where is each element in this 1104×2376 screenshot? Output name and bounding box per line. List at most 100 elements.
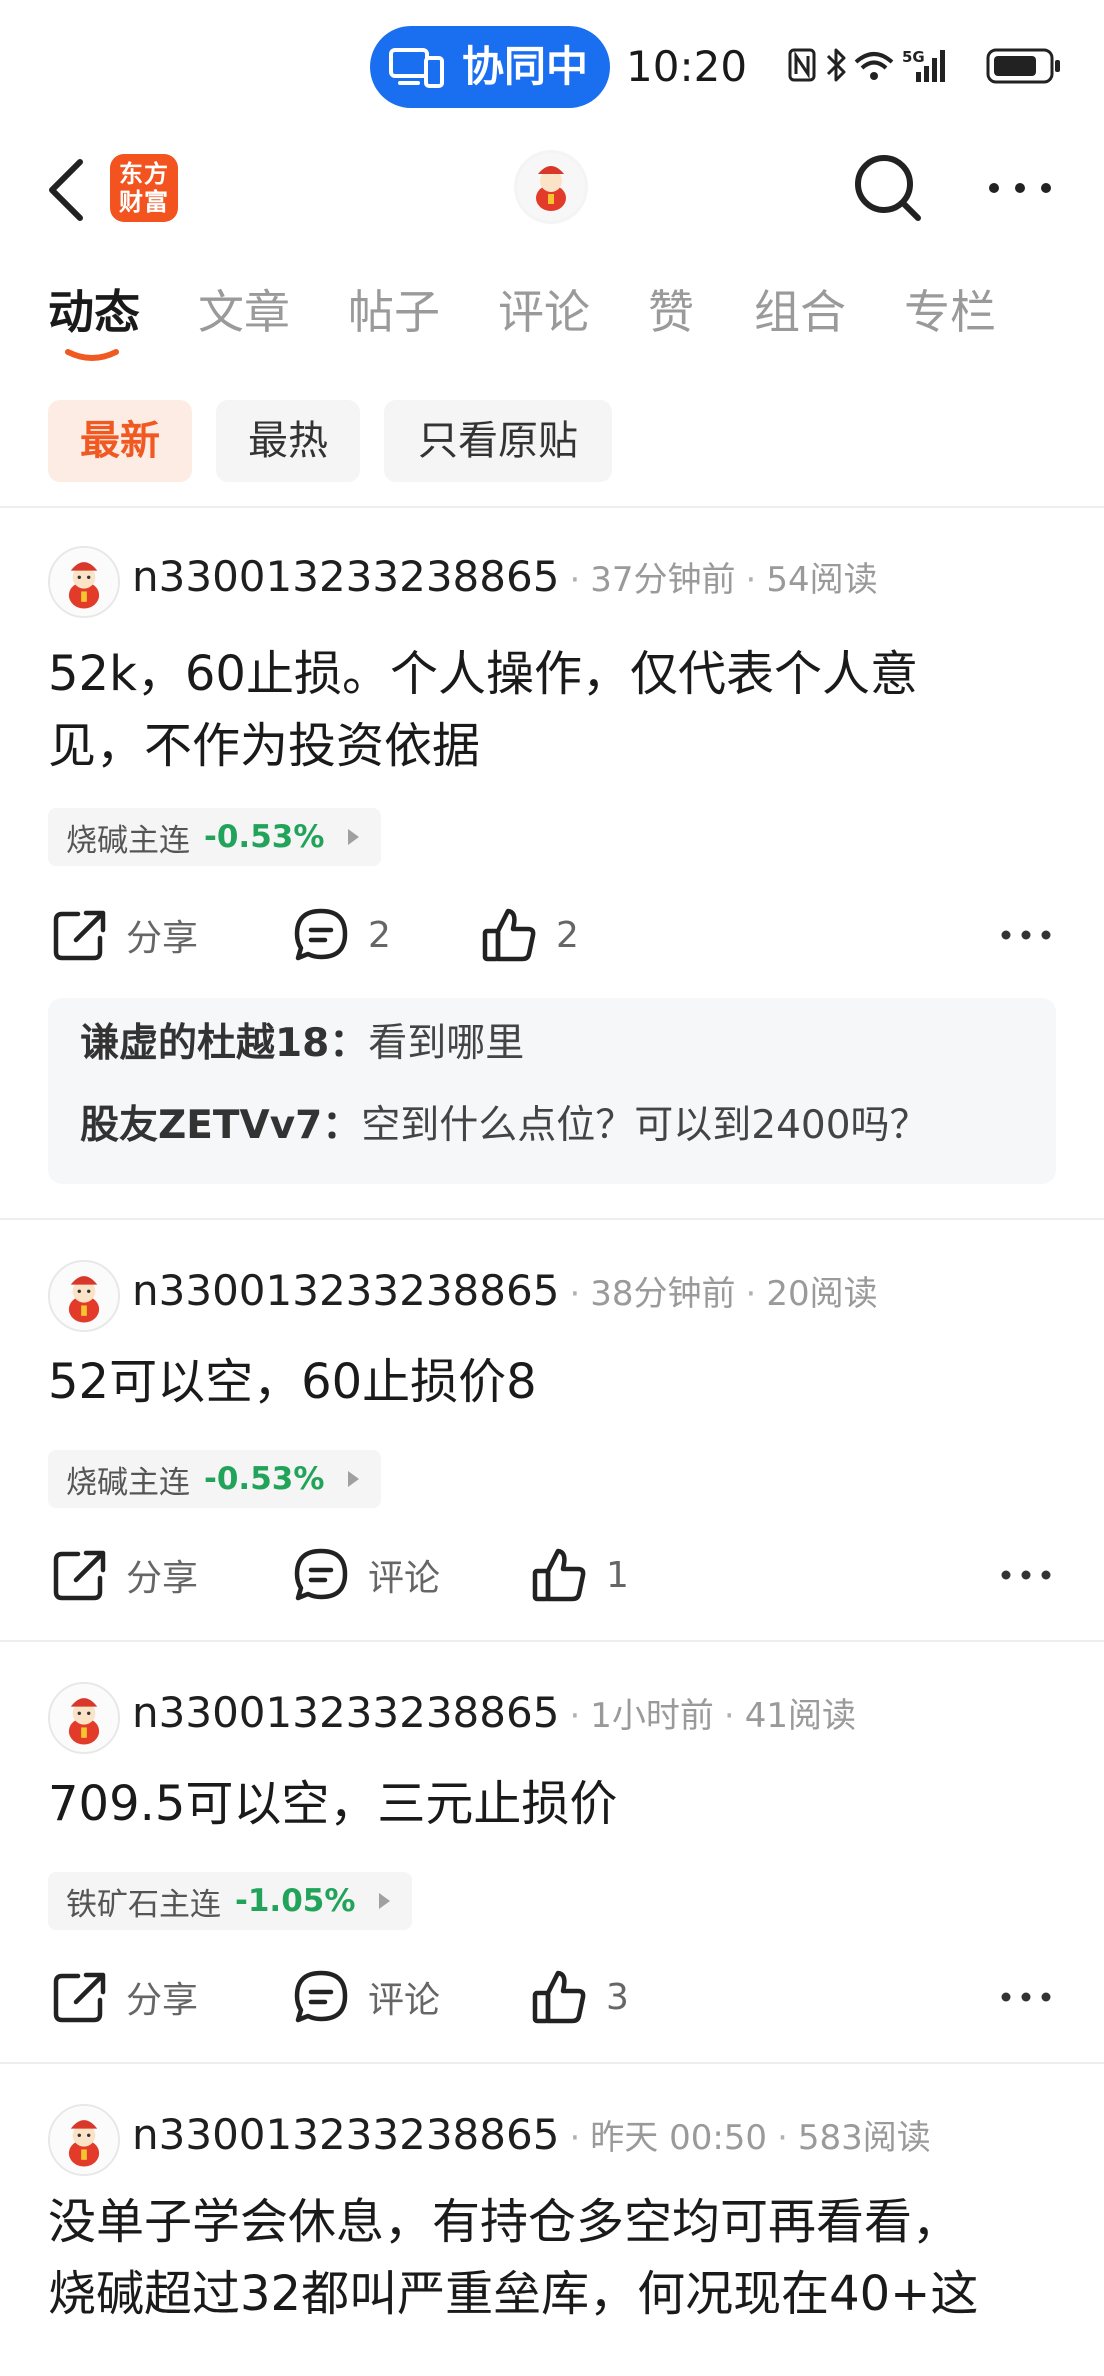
like-count: 2	[556, 914, 579, 956]
tab-articles[interactable]: 文章	[198, 280, 290, 344]
share-icon	[48, 1966, 110, 2028]
search-icon[interactable]	[848, 148, 928, 228]
meta-separator: ·	[745, 1274, 757, 1314]
post-time: 38分钟前	[590, 1274, 736, 1314]
reply-preview[interactable]: 谦虚的杜越18：看到哪里 股友ZETVv7：空到什么点位？可以到2400吗？	[48, 998, 1056, 1184]
post-body-line: 烧碱超过32都叫严重垒库，何况现在40+这	[48, 2266, 979, 2322]
post-body[interactable]: 没单子学会休息，有持仓多空均可再看看， 烧碱超过32都叫严重垒库，何况现在40+…	[48, 2186, 1058, 2330]
post-username[interactable]: n330013233238865	[132, 2110, 559, 2159]
avatar-icon	[517, 153, 585, 221]
bluetooth-icon	[826, 48, 846, 82]
like-button[interactable]: 3	[528, 1962, 629, 2032]
post-body[interactable]: 52可以空，60止损价8	[48, 1346, 1058, 1418]
stock-change: -0.53%	[204, 819, 325, 855]
post-username[interactable]: n330013233238865	[132, 1688, 559, 1737]
back-icon[interactable]	[36, 152, 96, 228]
wifi-icon	[854, 52, 894, 80]
like-button[interactable]: 2	[478, 900, 579, 970]
filter-original-only[interactable]: 只看原贴	[384, 400, 612, 482]
stock-change: -1.05%	[235, 1883, 356, 1919]
reply-author[interactable]: 股友ZETVv7：	[80, 1103, 361, 1148]
stock-change: -0.53%	[204, 1461, 325, 1497]
post-card[interactable]: n330013233238865 · 1小时前 · 41阅读 709.5可以空，…	[0, 1642, 1104, 2062]
more-icon[interactable]	[998, 1982, 1054, 2012]
5g-signal-icon: 5G	[902, 48, 945, 82]
post-username[interactable]: n330013233238865	[132, 552, 559, 601]
battery-icon	[986, 48, 1060, 84]
tab-likes[interactable]: 赞	[648, 280, 694, 344]
profile-avatar[interactable]	[514, 150, 588, 224]
meta-separator: ·	[569, 560, 581, 600]
stock-name: 铁矿石主连	[66, 1886, 221, 1923]
share-button[interactable]: 分享	[48, 1962, 198, 2032]
post-card[interactable]: n330013233238865 · 昨天 00:50 · 583阅读 没单子学…	[0, 2064, 1104, 2376]
app-logo[interactable]: 东方 财富	[110, 154, 178, 222]
filter-latest[interactable]: 最新	[48, 400, 192, 482]
user-avatar-icon[interactable]	[48, 546, 120, 618]
multi-device-icon	[389, 48, 444, 88]
more-icon[interactable]	[998, 920, 1054, 950]
svg-text:5G: 5G	[902, 48, 925, 66]
comment-button[interactable]: 2	[290, 900, 391, 970]
post-reads: 583阅读	[797, 2118, 931, 2158]
share-button[interactable]: 分享	[48, 900, 198, 970]
reply-item: 股友ZETVv7：空到什么点位？可以到2400吗？	[80, 1100, 929, 1152]
post-body[interactable]: 709.5可以空，三元止损价	[48, 1768, 1058, 1840]
like-icon	[528, 1544, 590, 1606]
reply-text: 看到哪里	[368, 1021, 525, 1066]
meta-separator: ·	[569, 1696, 581, 1736]
main-tabs: 动态 文章 帖子 评论 赞 组合 专栏	[0, 280, 1104, 370]
post-reads: 20阅读	[766, 1274, 878, 1314]
share-icon	[48, 904, 110, 966]
post-body-line: 52可以空，60止损价8	[48, 1354, 537, 1410]
comment-icon	[290, 1966, 352, 2028]
filter-hottest[interactable]: 最热	[216, 400, 360, 482]
post-body[interactable]: 52k，60止损。个人操作，仅代表个人意 见，不作为投资依据	[48, 638, 1058, 782]
post-body-line: 709.5可以空，三元止损价	[48, 1776, 618, 1832]
stock-tag[interactable]: 烧碱主连 -0.53%	[48, 1450, 382, 1508]
meta-separator: ·	[723, 1696, 735, 1736]
post-username[interactable]: n330013233238865	[132, 1266, 559, 1315]
stock-tag[interactable]: 铁矿石主连 -1.05%	[48, 1872, 413, 1930]
meta-separator: ·	[777, 2118, 788, 2158]
comment-button[interactable]: 评论	[290, 1962, 440, 2032]
logo-text-line2: 财富	[119, 188, 169, 216]
play-arrow-icon	[348, 1471, 360, 1487]
collaboration-label: 协同中	[462, 42, 589, 91]
like-button[interactable]: 1	[528, 1540, 629, 1610]
comment-button[interactable]: 评论	[290, 1540, 440, 1610]
meta-separator: ·	[569, 1274, 581, 1314]
tab-columns[interactable]: 专栏	[904, 280, 996, 344]
more-icon[interactable]	[998, 1560, 1054, 1590]
collaboration-pill[interactable]: 协同中	[370, 26, 610, 108]
post-reads: 41阅读	[744, 1696, 856, 1736]
play-arrow-icon	[348, 829, 360, 845]
tab-posts[interactable]: 帖子	[348, 280, 440, 344]
tab-portfolios[interactable]: 组合	[754, 280, 846, 344]
more-icon[interactable]	[980, 160, 1060, 216]
logo-text-line1: 东方	[119, 160, 169, 188]
user-avatar-icon[interactable]	[48, 2104, 120, 2176]
comment-label: 评论	[368, 1980, 441, 2021]
post-time: 昨天 00:50	[590, 2118, 768, 2158]
reply-author[interactable]: 谦虚的杜越18：	[80, 1021, 368, 1066]
comment-label: 评论	[368, 1558, 441, 1599]
tab-comments[interactable]: 评论	[498, 280, 590, 344]
post-body-line: 52k，60止损。个人操作，仅代表个人意	[48, 646, 918, 702]
post-body-line: 没单子学会休息，有持仓多空均可再看看，	[48, 2194, 961, 2250]
share-label: 分享	[126, 918, 199, 959]
user-avatar-icon[interactable]	[48, 1682, 120, 1754]
share-button[interactable]: 分享	[48, 1540, 198, 1610]
status-bar: 协同中 10:20 5G	[0, 0, 1104, 130]
post-time: 37分钟前	[590, 560, 736, 600]
stock-tag[interactable]: 烧碱主连 -0.53%	[48, 808, 382, 866]
share-label: 分享	[126, 1980, 199, 2021]
nfc-icon	[788, 48, 816, 82]
share-label: 分享	[126, 1558, 199, 1599]
post-card[interactable]: n330013233238865 · 38分钟前 · 20阅读 52可以空，60…	[0, 1220, 1104, 1640]
like-icon	[528, 1966, 590, 2028]
tab-dynamic[interactable]: 动态	[48, 280, 140, 344]
post-body-line: 见，不作为投资依据	[48, 718, 481, 774]
post-card[interactable]: n330013233238865 · 37分钟前 · 54阅读 52k，60止损…	[0, 506, 1104, 1220]
user-avatar-icon[interactable]	[48, 1260, 120, 1332]
